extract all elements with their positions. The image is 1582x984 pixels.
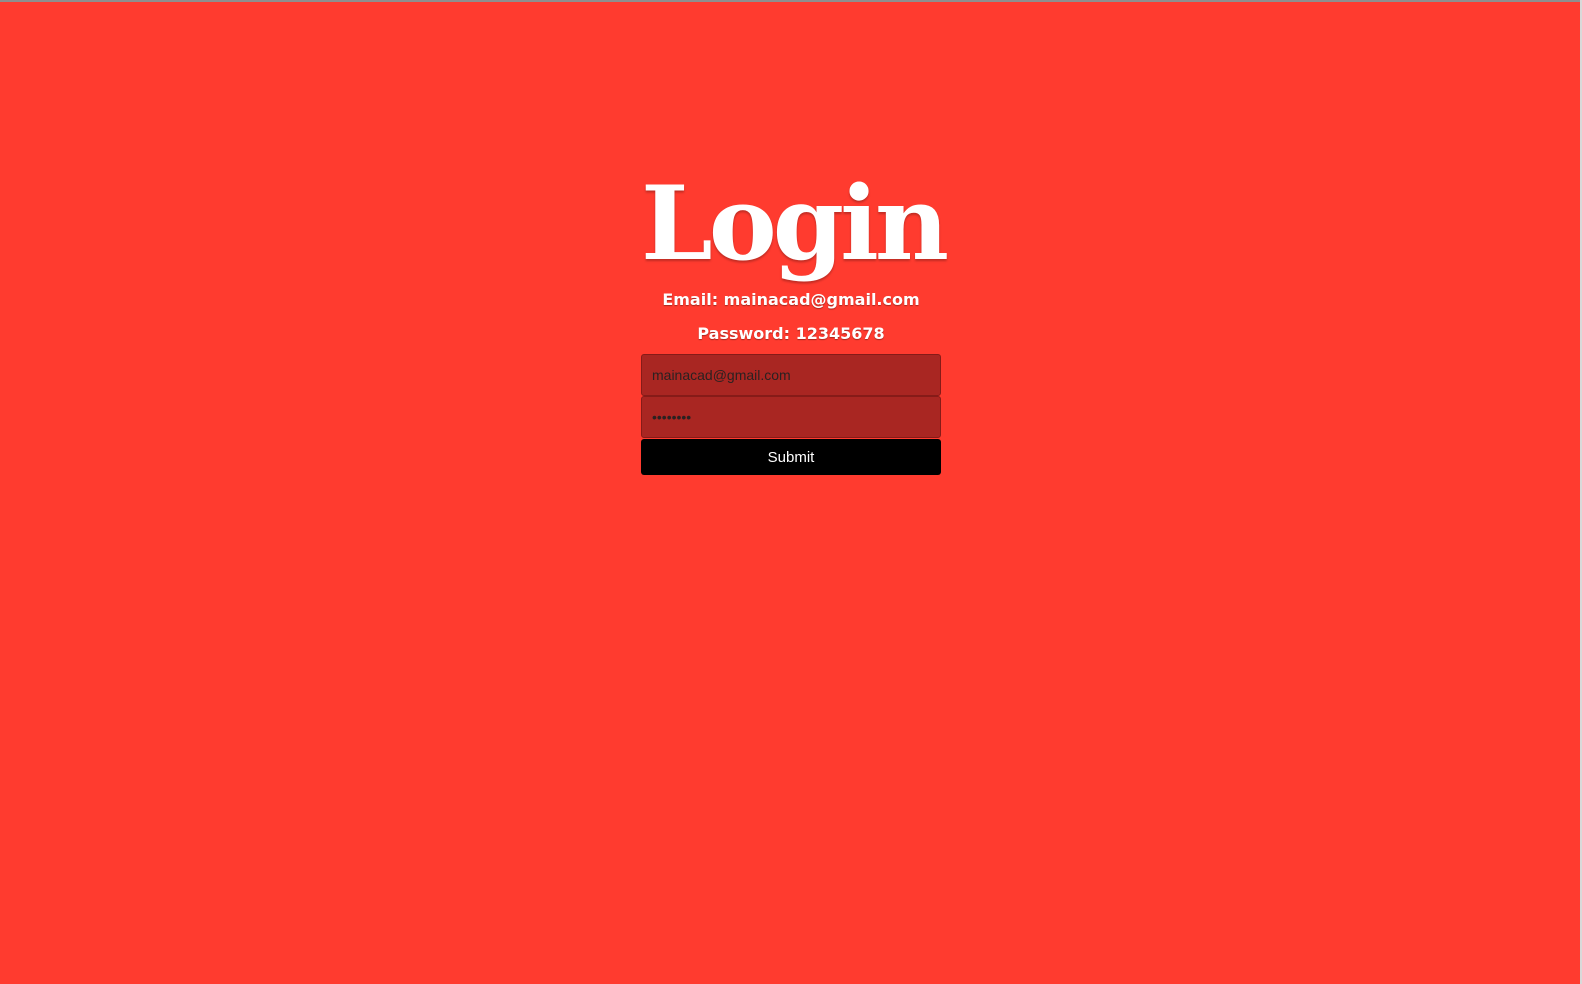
email-field[interactable] xyxy=(641,354,941,396)
login-form: Login Email: mainacad@gmail.com Password… xyxy=(641,164,949,475)
submit-button[interactable]: Submit xyxy=(641,439,941,475)
password-hint: Password: 12345678 xyxy=(697,324,885,343)
password-field[interactable] xyxy=(641,396,941,438)
email-hint: Email: mainacad@gmail.com xyxy=(662,290,920,309)
window-top-edge xyxy=(0,0,1582,2)
login-title: Login xyxy=(641,164,949,284)
